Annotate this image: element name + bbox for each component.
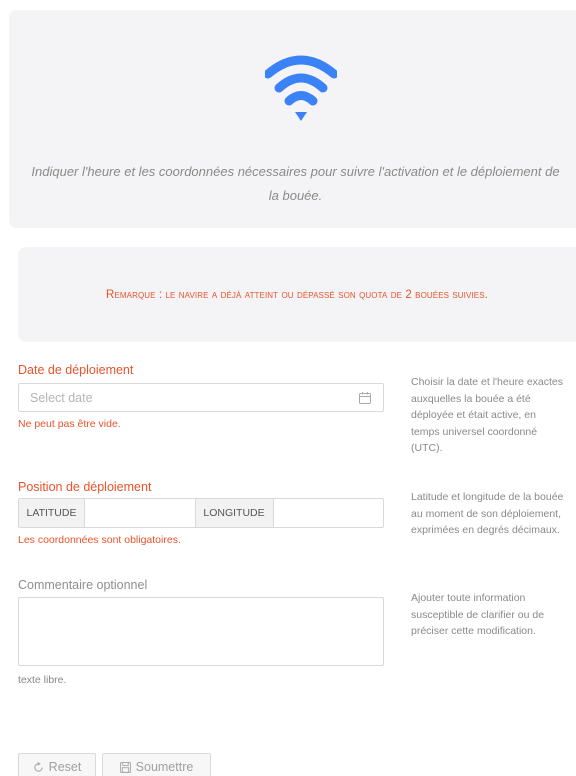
deployment-position-help: Latitude et longitude de la bouée au mom… [411, 491, 564, 536]
comment-textarea[interactable] [18, 597, 384, 666]
deployment-date-label: Date de déploiement [18, 363, 134, 377]
deployment-date-placeholder: Select date [30, 391, 93, 405]
save-icon [119, 761, 131, 773]
wifi-icon [265, 55, 337, 121]
latitude-input[interactable] [85, 499, 195, 527]
longitude-addon: LONGITUDE [194, 499, 274, 527]
header-panel: Indiquer l'heure et les coordonnées néce… [9, 10, 576, 228]
buoy-deployment-form-page: Indiquer l'heure et les coordonnées néce… [0, 0, 576, 776]
submit-button-label: Soumettre [135, 760, 194, 774]
quota-notice: Remarque : le navire a déjà atteint ou d… [18, 247, 576, 342]
comment-hint: texte libre. [18, 674, 67, 686]
deployment-position-error: Les coordonnées sont obligatoires. [18, 534, 181, 546]
deployment-date-help: Choisir la date et l'heure exactes auxqu… [411, 376, 564, 454]
submit-button[interactable]: Soumettre [102, 753, 211, 776]
deployment-date-error: Ne peut pas être vide. [18, 418, 121, 430]
deployment-position-label: Position de déploiement [18, 480, 152, 494]
header-description: Indiquer l'heure et les coordonnées néce… [31, 164, 560, 203]
comment-label: Commentaire optionnel [18, 578, 148, 592]
reset-icon [33, 761, 43, 772]
calendar-icon[interactable] [359, 392, 371, 404]
reset-button[interactable]: Reset [18, 753, 96, 776]
latitude-addon: LATITUDE [19, 499, 85, 527]
quota-notice-text: Remarque : le navire a déjà atteint ou d… [106, 289, 488, 301]
longitude-input[interactable] [274, 499, 384, 527]
coordinates-input-group: LATITUDE LONGITUDE [18, 498, 384, 528]
comment-help: Ajouter toute information susceptible de… [411, 592, 545, 637]
deployment-date-input[interactable]: Select date [18, 383, 384, 412]
reset-button-label: Reset [48, 760, 82, 774]
